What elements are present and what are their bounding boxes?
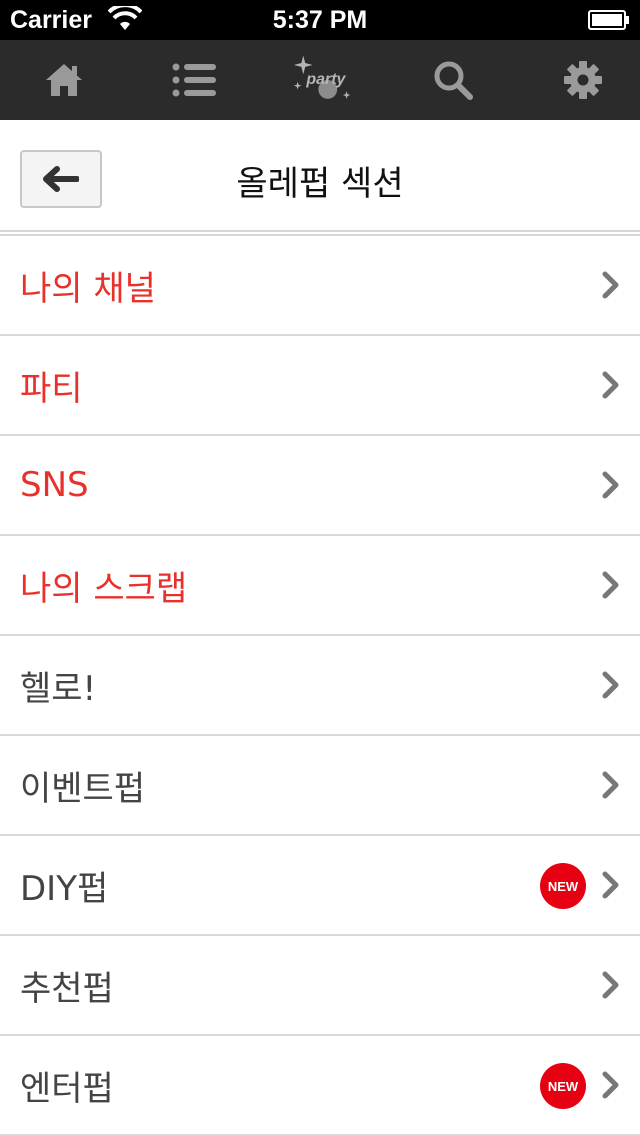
menu-item-event-pub[interactable]: 이벤트펍 [0, 736, 640, 836]
menu-item-diy-pub[interactable]: DIY펍 NEW [0, 836, 640, 936]
menu-item-label: 헬로! [20, 668, 97, 709]
section-header: 올레펍 섹션 [0, 120, 640, 236]
party-logo-text: party [305, 71, 346, 88]
settings-button[interactable] [551, 48, 615, 112]
menu-item-label: 나의 채널 [20, 268, 156, 309]
menu-item-label: SNS [20, 465, 89, 505]
menu-item-my-channel[interactable]: 나의 채널 [0, 236, 640, 336]
section-menu: 나의 채널 파티 SNS 나의 스크랩 헬로! 이벤트펍 DIY펍 NEW 추천… [0, 236, 640, 1136]
menu-item-my-scrap[interactable]: 나의 스크랩 [0, 536, 640, 636]
home-button[interactable] [32, 48, 96, 112]
chevron-right-icon [602, 571, 619, 599]
home-icon [46, 64, 82, 96]
chevron-right-icon [602, 871, 619, 899]
menu-item-recommended-pub[interactable]: 추천펍 [0, 936, 640, 1036]
menu-item-label: DIY펍 [20, 868, 109, 909]
menu-item-label: 추천펍 [20, 968, 114, 1009]
status-time: 5:37 PM [272, 6, 368, 34]
chevron-right-icon [602, 771, 619, 799]
menu-item-enter-pub[interactable]: 엔터펍 NEW [0, 1036, 640, 1136]
menu-item-label: 파티 [20, 368, 83, 409]
status-bar: Carrier 5:37 PM [0, 0, 640, 40]
chevron-right-icon [602, 271, 619, 299]
page-title: 올레펍 섹션 [236, 164, 404, 204]
chevron-right-icon [602, 671, 619, 699]
menu-item-party[interactable]: 파티 [0, 336, 640, 436]
new-badge: NEW [540, 1063, 586, 1109]
chevron-right-icon [602, 371, 619, 399]
list-icon [172, 63, 216, 97]
new-badge: NEW [540, 863, 586, 909]
party-logo-icon: party [293, 55, 350, 99]
menu-item-hello[interactable]: 헬로! [0, 636, 640, 736]
chevron-right-icon [602, 471, 619, 499]
menu-item-sns[interactable]: SNS [0, 436, 640, 536]
chevron-right-icon [602, 971, 619, 999]
menu-item-label: 나의 스크랩 [20, 568, 188, 609]
party-button[interactable]: party [292, 48, 356, 112]
search-button[interactable] [421, 48, 485, 112]
list-button[interactable] [162, 48, 226, 112]
gear-icon [564, 61, 602, 99]
search-icon [434, 61, 474, 100]
battery-icon [588, 10, 629, 30]
top-toolbar: party [0, 40, 640, 120]
menu-item-label: 엔터펍 [20, 1068, 114, 1109]
chevron-right-icon [602, 1071, 619, 1099]
menu-item-label: 이벤트펍 [20, 768, 146, 809]
